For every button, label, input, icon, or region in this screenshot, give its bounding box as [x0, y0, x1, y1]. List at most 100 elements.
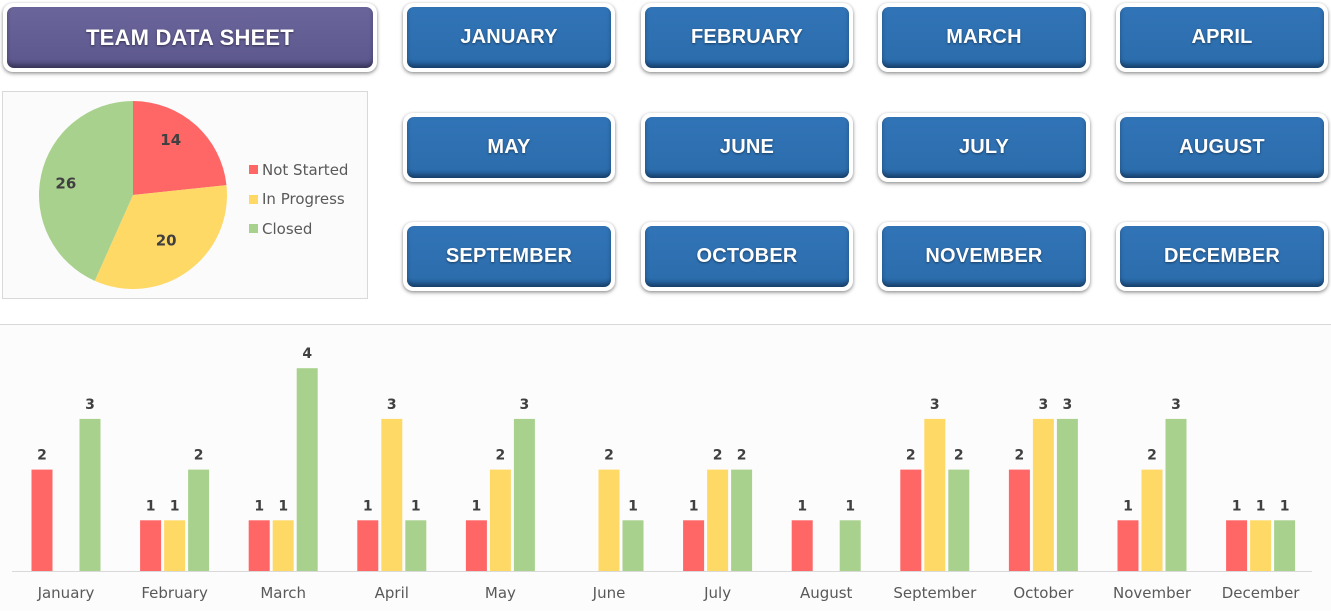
x-tick-label: February: [141, 584, 208, 602]
month-button-august[interactable]: AUGUST: [1116, 113, 1328, 182]
bar-not-started-december: [1226, 520, 1248, 571]
bar-in-progress-november: [1141, 469, 1163, 571]
bar-in-progress-june: [598, 469, 620, 571]
x-tick-label: July: [703, 584, 731, 602]
bar-closed-may: [513, 418, 535, 571]
bar-data-label: 1: [278, 498, 288, 514]
bar-data-label: 1: [170, 498, 180, 514]
bar-data-label: 2: [37, 448, 47, 464]
month-button-january[interactable]: JANUARY: [403, 3, 615, 72]
bar-data-label: 1: [411, 498, 421, 514]
month-button-label: OCTOBER: [645, 226, 849, 287]
bar-closed-july: [731, 469, 753, 571]
team-data-sheet-button[interactable]: TEAM DATA SHEET: [3, 3, 377, 72]
bar-data-label: 3: [1063, 397, 1073, 413]
bar-data-label: 2: [496, 448, 506, 464]
bar-data-label: 4: [302, 346, 312, 362]
monthly-status-bar-chart: 2 3 January 1 1 2 February 1 1 4 March 1 3 1 April 1 2 3 M…: [0, 324, 1331, 611]
pie-data-label: 26: [55, 174, 76, 192]
month-button-label: MARCH: [882, 7, 1086, 68]
bar-data-label: 2: [713, 448, 723, 464]
bar-data-label: 2: [954, 448, 964, 464]
month-button-december[interactable]: DECEMBER: [1116, 222, 1328, 291]
month-button-label: FEBRUARY: [645, 7, 849, 68]
x-tick-label: August: [800, 584, 853, 602]
month-button-july[interactable]: JULY: [878, 113, 1090, 182]
bar-in-progress-october: [1032, 418, 1054, 571]
x-tick-label: March: [260, 584, 306, 602]
bar-closed-january: [79, 418, 101, 571]
legend-label: In Progress: [262, 190, 345, 209]
bar-not-started-april: [357, 520, 379, 571]
legend-swatch: [249, 165, 258, 175]
legend-item-closed: Closed: [249, 214, 348, 244]
bar-closed-october: [1056, 418, 1078, 571]
legend-swatch: [249, 194, 258, 204]
month-button-february[interactable]: FEBRUARY: [641, 3, 853, 72]
month-button-october[interactable]: OCTOBER: [641, 222, 853, 291]
pie-legend: Not Started In Progress Closed: [249, 155, 348, 244]
bar-data-label: 3: [85, 397, 95, 413]
bar-not-started-august: [791, 520, 813, 571]
pie-data-label: 20: [156, 232, 177, 250]
bar-data-label: 2: [737, 448, 747, 464]
bar-in-progress-april: [381, 418, 403, 571]
bar-data-label: 3: [520, 397, 530, 413]
legend-item-in-progress: In Progress: [249, 185, 348, 215]
bar-data-label: 2: [906, 448, 916, 464]
bar-data-label: 2: [1147, 448, 1157, 464]
month-button-may[interactable]: MAY: [403, 113, 615, 182]
x-tick-label: April: [375, 584, 409, 602]
bar-closed-april: [405, 520, 427, 571]
bar-data-label: 1: [1123, 498, 1133, 514]
bar-closed-december: [1274, 520, 1296, 571]
status-pie-chart: 14 20 26 Not Started In Progress Closed: [2, 91, 368, 299]
bar-not-started-september: [900, 469, 922, 571]
bar-closed-september: [948, 469, 970, 571]
bar-in-progress-september: [924, 418, 946, 571]
x-tick-label: May: [485, 584, 516, 602]
pie-data-label: 14: [160, 131, 181, 149]
month-button-label: APRIL: [1120, 7, 1324, 68]
x-tick-label: June: [592, 584, 626, 602]
month-button-november[interactable]: NOVEMBER: [878, 222, 1090, 291]
legend-item-not-started: Not Started: [249, 155, 348, 185]
team-data-sheet-label: TEAM DATA SHEET: [7, 7, 373, 68]
bar-closed-june: [622, 520, 644, 571]
x-tick-label: October: [1013, 584, 1074, 602]
month-button-label: JUNE: [645, 117, 849, 178]
month-button-label: NOVEMBER: [882, 226, 1086, 287]
bar-not-started-november: [1117, 520, 1139, 571]
bar-data-label: 1: [472, 498, 482, 514]
month-button-june[interactable]: JUNE: [641, 113, 853, 182]
bar-in-progress-december: [1250, 520, 1272, 571]
bar-closed-february: [188, 469, 210, 571]
bar-data-label: 2: [604, 448, 614, 464]
month-button-label: AUGUST: [1120, 117, 1324, 178]
bar-data-label: 1: [628, 498, 638, 514]
bar-in-progress-february: [164, 520, 186, 571]
bar-data-label: 1: [363, 498, 373, 514]
bar-not-started-july: [683, 520, 705, 571]
bar-data-label: 2: [194, 448, 204, 464]
bar-closed-march: [296, 368, 318, 571]
month-button-march[interactable]: MARCH: [878, 3, 1090, 72]
x-tick-label: September: [893, 584, 977, 602]
bar-in-progress-march: [272, 520, 294, 571]
bar-data-label: 3: [930, 397, 940, 413]
month-button-april[interactable]: APRIL: [1116, 3, 1328, 72]
bar-data-label: 1: [1256, 498, 1266, 514]
bar-data-label: 1: [146, 498, 156, 514]
bar-closed-november: [1165, 418, 1187, 571]
x-tick-label: November: [1113, 584, 1192, 602]
month-button-label: JULY: [882, 117, 1086, 178]
bar-data-label: 1: [845, 498, 855, 514]
bar-data-label: 1: [689, 498, 699, 514]
legend-label: Closed: [262, 219, 313, 238]
bar-not-started-march: [248, 520, 270, 571]
bar-data-label: 3: [1039, 397, 1049, 413]
legend-swatch: [249, 224, 258, 234]
month-button-september[interactable]: SEPTEMBER: [403, 222, 615, 291]
x-tick-label: January: [37, 584, 95, 602]
bar-not-started-february: [140, 520, 162, 571]
